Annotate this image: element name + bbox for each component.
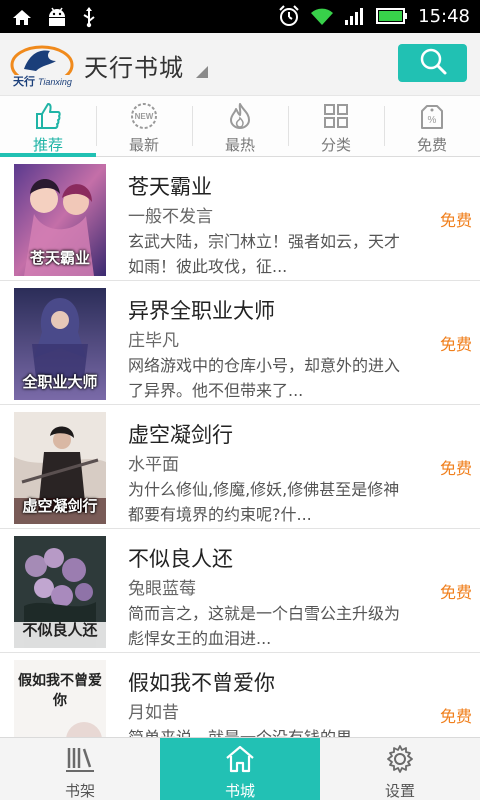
- nav-label: 书架: [64, 782, 95, 800]
- app-title[interactable]: 天行书城: [84, 48, 184, 83]
- svg-text:Tianxing: Tianxing: [38, 77, 72, 87]
- home-icon: [223, 744, 257, 778]
- tab-label: 推荐: [32, 136, 63, 154]
- nav-bookshelf[interactable]: 书架: [0, 738, 160, 800]
- book-list-item[interactable]: 全职业大师 异界全职业大师 庄毕凡 网络游戏中的仓库小号，却意外的进入了异界。他…: [0, 281, 480, 405]
- tab-label: 最热: [224, 136, 255, 154]
- nav-label: 设置: [384, 782, 415, 800]
- free-badge: 免费: [439, 211, 472, 230]
- book-description: 简而言之，这就是一个白雪公主升级为彪悍女王的血泪进...: [128, 604, 401, 648]
- tianxing-logo: 天行 Tianxing: [10, 39, 74, 89]
- book-list-item[interactable]: 假如我不曾爱你 假如我不曾爱你 月如昔 简单来说，就是一个没有钱的男... 免费: [0, 653, 480, 737]
- new-badge-icon: NEW: [129, 101, 159, 131]
- android-icon: [46, 7, 68, 27]
- book-cover[interactable]: 苍天霸业: [14, 164, 106, 276]
- signal-icon: [344, 6, 366, 26]
- book-list-item[interactable]: 虚空凝剑行 虚空凝剑行 水平面 为什么修仙,修魔,修妖,修佛甚至是修神都要有境界…: [0, 405, 480, 529]
- app-bar: 天行 Tianxing 天行书城: [0, 33, 480, 95]
- grid-icon: [321, 101, 351, 131]
- book-title: 假如我不曾爱你: [128, 671, 275, 695]
- bookshelf-icon: [63, 744, 97, 778]
- cover-title: 全职业大师: [22, 373, 98, 391]
- tab-label: 最新: [128, 136, 159, 154]
- book-cover[interactable]: 全职业大师: [14, 288, 106, 400]
- tab-category[interactable]: 分类: [288, 96, 384, 156]
- tab-free[interactable]: % 免费: [384, 96, 480, 156]
- book-title: 异界全职业大师: [128, 299, 275, 323]
- alarm-icon: [278, 5, 300, 27]
- battery-icon: [376, 7, 408, 25]
- search-icon: [418, 46, 448, 80]
- nav-bookstore[interactable]: 书城: [160, 738, 320, 800]
- book-title: 苍天霸业: [128, 175, 212, 199]
- book-author: 月如昔: [128, 703, 179, 723]
- book-author: 一般不发言: [128, 207, 213, 227]
- wifi-icon: [310, 6, 334, 26]
- svg-text:NEW: NEW: [135, 112, 154, 121]
- gear-icon: [383, 744, 417, 778]
- nav-settings[interactable]: 设置: [320, 738, 480, 800]
- svg-text:%: %: [428, 115, 437, 126]
- book-description: 为什么修仙,修魔,修妖,修佛甚至是修神都要有境界的约束呢?什...: [128, 480, 400, 524]
- tab-recommend[interactable]: 推荐: [0, 96, 96, 157]
- clock-time: 15:48: [418, 5, 470, 27]
- tab-latest[interactable]: NEW 最新: [96, 96, 192, 156]
- book-list: 苍天霸业 苍天霸业 一般不发言 玄武大陆，宗门林立！强者如云，天才如雨！彼此攻伐…: [0, 157, 480, 737]
- book-cover[interactable]: 不似良人还: [14, 536, 106, 648]
- tab-label: 分类: [320, 136, 351, 154]
- free-badge: 免费: [439, 583, 472, 602]
- book-title: 不似良人还: [128, 547, 233, 571]
- book-list-item[interactable]: 苍天霸业 苍天霸业 一般不发言 玄武大陆，宗门林立！强者如云，天才如雨！彼此攻伐…: [0, 157, 480, 281]
- nav-label: 书城: [224, 782, 255, 800]
- book-cover[interactable]: 假如我不曾爱你: [14, 660, 106, 737]
- cover-title: 苍天霸业: [29, 249, 90, 267]
- thumbs-up-icon: [33, 101, 63, 131]
- search-button[interactable]: [398, 44, 467, 82]
- book-list-item[interactable]: 不似良人还 不似良人还 兔眼蓝莓 简而言之，这就是一个白雪公主升级为彪悍女王的血…: [0, 529, 480, 653]
- free-badge: 免费: [439, 335, 472, 354]
- book-title: 虚空凝剑行: [128, 423, 233, 447]
- dropdown-caret-icon[interactable]: [196, 66, 208, 78]
- free-badge: 免费: [439, 459, 472, 478]
- tab-label: 免费: [416, 136, 447, 154]
- status-bar: 15:48: [0, 0, 480, 33]
- cover-title: 不似良人还: [22, 621, 98, 639]
- book-description: 简单来说，就是一个没有钱的男...: [128, 725, 412, 737]
- svg-text:天行: 天行: [13, 74, 35, 88]
- cover-title: 虚空凝剑行: [22, 497, 98, 515]
- book-description: 网络游戏中的仓库小号，却意外的进入了异界。他不但带来了...: [128, 356, 401, 400]
- home-icon: [12, 7, 32, 27]
- book-author: 兔眼蓝莓: [128, 579, 196, 599]
- book-author: 庄毕凡: [128, 331, 179, 351]
- cover-title: 假如我不曾爱你: [18, 673, 102, 709]
- book-cover[interactable]: 虚空凝剑行: [14, 412, 106, 524]
- usb-icon: [82, 6, 96, 28]
- book-author: 水平面: [128, 455, 179, 475]
- category-tabs: 推荐 NEW 最新 最热 分类 % 免费: [0, 95, 480, 157]
- tab-hottest[interactable]: 最热: [192, 96, 288, 156]
- book-description: 玄武大陆，宗门林立！强者如云，天才如雨！彼此攻伐，征...: [128, 232, 401, 276]
- percent-tag-icon: %: [417, 101, 447, 131]
- bottom-navigation: 书架 书城 设置: [0, 737, 480, 800]
- flame-icon: [225, 101, 255, 131]
- free-badge: 免费: [439, 707, 472, 726]
